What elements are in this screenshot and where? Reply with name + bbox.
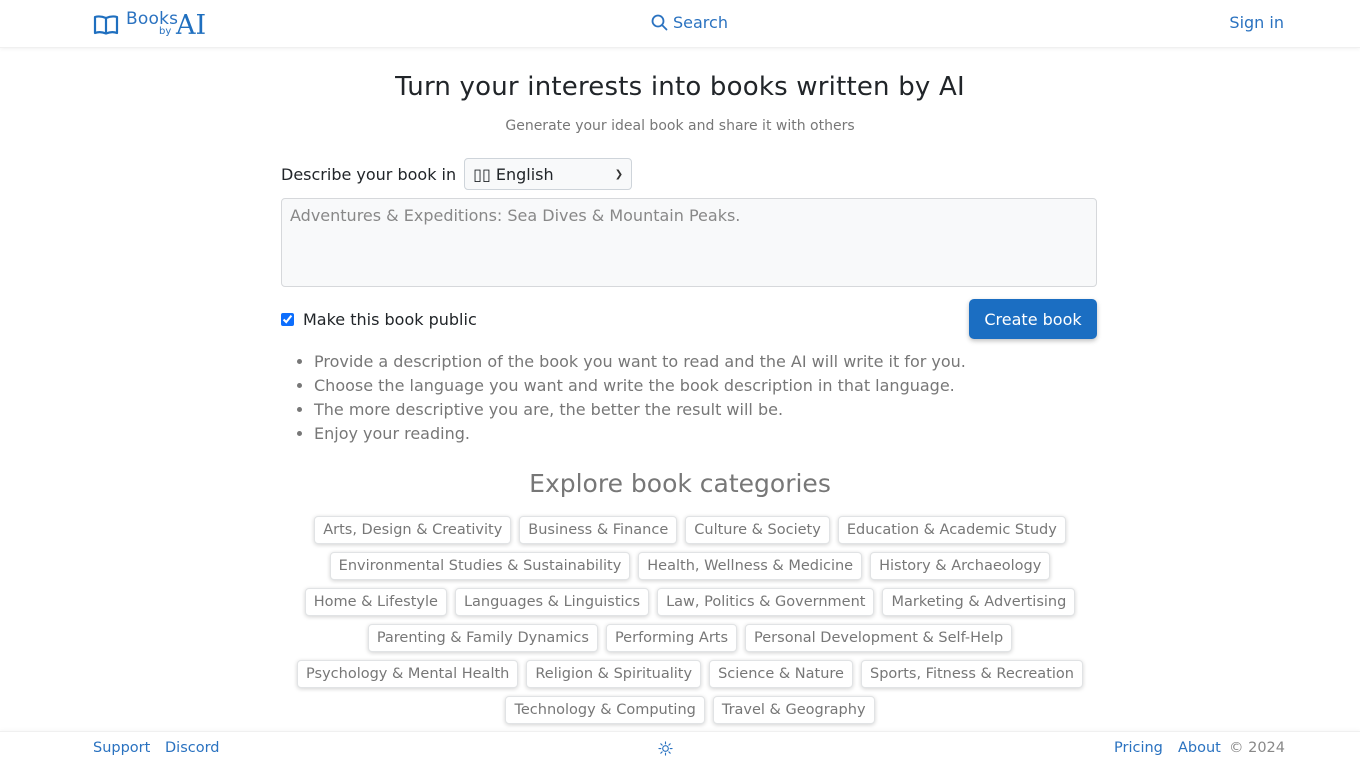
category-button[interactable]: Languages & Linguistics bbox=[454, 588, 650, 616]
book-description-input[interactable] bbox=[281, 198, 1097, 287]
logo-ai-text: AI bbox=[176, 10, 207, 41]
tips-list: Provide a description of the book you wa… bbox=[314, 350, 966, 446]
category-button[interactable]: Environmental Studies & Sustainability bbox=[329, 552, 631, 580]
sun-icon[interactable] bbox=[658, 741, 673, 756]
page-title: Turn your interests into books written b… bbox=[395, 72, 965, 102]
category-button[interactable]: Marketing & Advertising bbox=[882, 588, 1076, 616]
category-button[interactable]: Personal Development & Self-Help bbox=[745, 624, 1013, 652]
category-button[interactable]: Culture & Society bbox=[685, 516, 830, 544]
category-row: Technology & Computing Travel & Geograph… bbox=[501, 696, 878, 732]
category-button[interactable]: History & Archaeology bbox=[870, 552, 1051, 580]
category-row: Parenting & Family Dynamics Performing A… bbox=[364, 624, 1016, 660]
category-button[interactable]: Technology & Computing bbox=[505, 696, 705, 724]
page-subtitle: Generate your ideal book and share it wi… bbox=[505, 118, 855, 134]
search-icon bbox=[651, 14, 668, 31]
search-label: Search bbox=[673, 13, 728, 32]
category-row: Home & Lifestyle Languages & Linguistics… bbox=[301, 588, 1080, 624]
support-link[interactable]: Support bbox=[93, 740, 150, 756]
tip-item: The more descriptive you are, the better… bbox=[314, 398, 966, 422]
category-list: Arts, Design & Creativity Business & Fin… bbox=[297, 516, 1083, 732]
category-button[interactable]: Home & Lifestyle bbox=[304, 588, 447, 616]
category-button[interactable]: Arts, Design & Creativity bbox=[314, 516, 512, 544]
logo-by-text: by bbox=[159, 26, 172, 37]
category-button[interactable]: Business & Finance bbox=[519, 516, 678, 544]
category-row: Environmental Studies & Sustainability H… bbox=[326, 552, 1055, 588]
footer: Support Discord Pricing About © 2024 bbox=[0, 731, 1360, 764]
category-button[interactable]: Health, Wellness & Medicine bbox=[638, 552, 863, 580]
public-toggle: Make this book public bbox=[281, 310, 477, 329]
sign-in-link[interactable]: Sign in bbox=[1229, 13, 1284, 32]
category-button[interactable]: Science & Nature bbox=[709, 660, 853, 688]
category-button[interactable]: Parenting & Family Dynamics bbox=[367, 624, 598, 652]
discord-link[interactable]: Discord bbox=[165, 740, 220, 756]
tip-item: Enjoy your reading. bbox=[314, 422, 966, 446]
category-button[interactable]: Education & Academic Study bbox=[837, 516, 1066, 544]
create-book-button[interactable]: Create book bbox=[969, 299, 1097, 339]
category-row: Arts, Design & Creativity Business & Fin… bbox=[310, 516, 1070, 552]
language-row: Describe your book in ▯▯ English ❯ bbox=[281, 158, 1097, 190]
category-button[interactable]: Performing Arts bbox=[605, 624, 738, 652]
make-public-checkbox[interactable] bbox=[281, 313, 294, 326]
about-link[interactable]: About bbox=[1178, 740, 1221, 756]
category-button[interactable]: Law, Politics & Government bbox=[657, 588, 875, 616]
logo-link[interactable]: Books by AI bbox=[93, 6, 212, 42]
language-label: Describe your book in bbox=[281, 164, 457, 184]
create-book-form: Describe your book in ▯▯ English ❯ Make … bbox=[281, 158, 1097, 339]
explore-categories-title: Explore book categories bbox=[529, 469, 831, 498]
open-book-icon bbox=[93, 15, 119, 35]
search-link[interactable]: Search bbox=[651, 13, 728, 32]
copyright-text: © 2024 bbox=[1228, 740, 1285, 756]
category-row: Psychology & Mental Health Religion & Sp… bbox=[293, 660, 1087, 696]
make-public-label[interactable]: Make this book public bbox=[303, 310, 477, 329]
pricing-link[interactable]: Pricing bbox=[1114, 740, 1163, 756]
top-nav: Books by AI Search Sign in bbox=[0, 0, 1360, 48]
form-actions: Make this book public Create book bbox=[281, 299, 1097, 339]
language-selected-value: ▯▯ English bbox=[473, 164, 554, 184]
category-button[interactable]: Travel & Geography bbox=[712, 696, 875, 724]
category-button[interactable]: Psychology & Mental Health bbox=[297, 660, 519, 688]
category-button[interactable]: Religion & Spirituality bbox=[526, 660, 702, 688]
tip-item: Provide a description of the book you wa… bbox=[314, 350, 966, 374]
chevron-down-icon: ❯ bbox=[614, 168, 624, 180]
logo-wordmark: Books by AI bbox=[126, 8, 212, 42]
language-select[interactable]: ▯▯ English ❯ bbox=[464, 158, 633, 190]
tip-item: Choose the language you want and write t… bbox=[314, 374, 966, 398]
category-button[interactable]: Sports, Fitness & Recreation bbox=[860, 660, 1083, 688]
